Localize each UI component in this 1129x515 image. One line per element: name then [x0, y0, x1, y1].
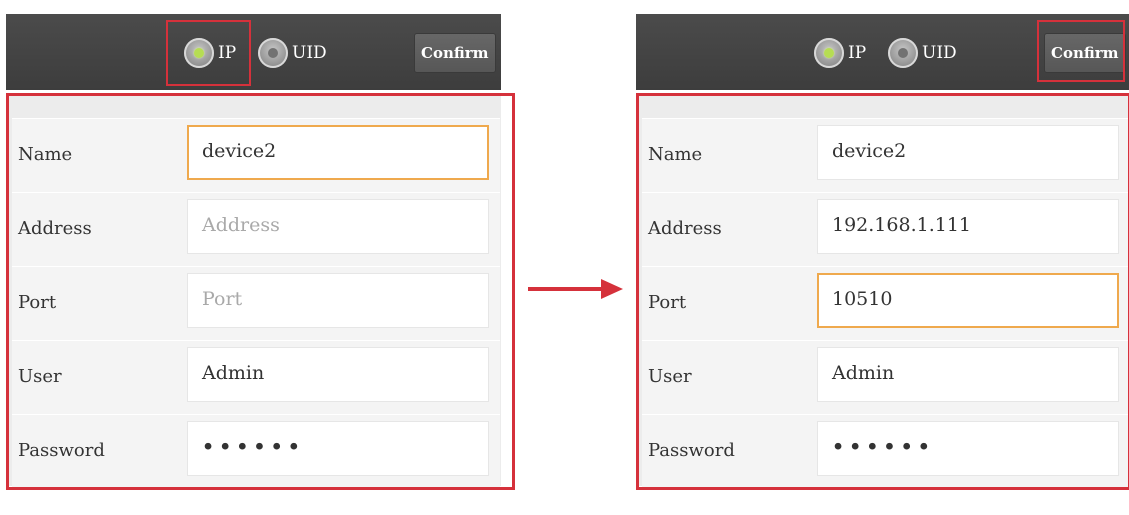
radio-unselected-icon [268, 48, 278, 58]
ip-radio[interactable] [814, 38, 844, 68]
arrow-shaft [528, 287, 603, 291]
radio-unselected-icon [898, 48, 908, 58]
uid-label: UID [922, 43, 957, 63]
ip-label: IP [848, 43, 867, 63]
confirm-button[interactable]: Confirm [414, 33, 496, 73]
uid-label: UID [292, 43, 327, 63]
radio-selected-icon [824, 48, 834, 58]
confirm-highlight-box [1037, 20, 1125, 82]
screen-before: IP UID Confirm Name device2 Address Addr… [6, 14, 515, 514]
arrow-head [601, 279, 623, 299]
uid-radio[interactable] [888, 38, 918, 68]
form-highlight-box [636, 93, 1129, 490]
ip-highlight-box [166, 20, 251, 86]
mode-toolbar: IP UID Confirm [636, 14, 1129, 90]
uid-radio[interactable] [258, 38, 288, 68]
screen-after: IP UID Confirm Name device2 Address 192.… [636, 14, 1129, 514]
mode-toolbar: IP UID Confirm [6, 14, 501, 90]
form-highlight-box [6, 93, 515, 490]
